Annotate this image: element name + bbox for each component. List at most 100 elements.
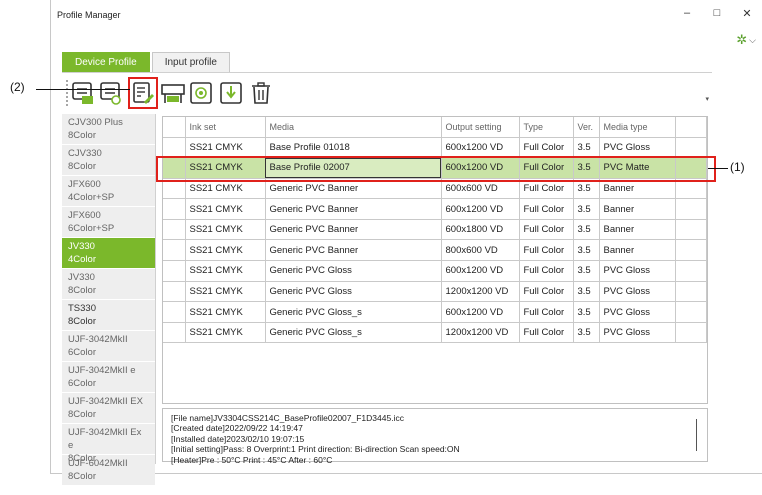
settings-menu[interactable]: ✲ ⌵ [736, 32, 756, 48]
table-cell[interactable]: 3.5 [573, 157, 600, 179]
sidebar-item[interactable]: CJV330 8Color [62, 145, 155, 176]
table-row[interactable]: SS21 CMYK Base Profile 01018 600x1200 VD Fu… [163, 137, 707, 159]
column-header[interactable]: Ver. [573, 117, 600, 138]
row-header[interactable] [163, 281, 186, 303]
table-row[interactable]: SS21 CMYK Base Profile 02007 600x1200 VD Fu… [163, 157, 707, 179]
color-target-button[interactable] [188, 79, 214, 107]
row-header[interactable] [163, 137, 186, 159]
import-button[interactable] [218, 79, 244, 107]
column-header[interactable]: Media [265, 117, 442, 138]
table-cell[interactable]: 3.5 [573, 239, 600, 262]
table-cell[interactable]: Full Color [519, 322, 574, 344]
table-cell[interactable]: SS21 CMYK [185, 239, 266, 262]
table-row[interactable]: SS21 CMYK Generic PVC Banner 800x600 VD Ful… [163, 239, 707, 262]
table-cell[interactable]: 3.5 [573, 178, 600, 200]
table-row[interactable]: SS21 CMYK Generic PVC Banner 600x600 VD Ful… [163, 178, 707, 200]
table-cell[interactable]: 3.5 [573, 322, 600, 344]
table-cell[interactable]: PVC Gloss [599, 281, 676, 303]
table-cell[interactable]: 600x1800 VD [441, 219, 520, 241]
table-cell[interactable]: 600x1200 VD [441, 157, 520, 179]
table-cell[interactable]: PVC Gloss [599, 137, 676, 159]
info-scrollbar[interactable] [696, 419, 697, 451]
table-cell[interactable]: Full Color [519, 219, 574, 241]
row-header[interactable] [163, 301, 186, 323]
table-cell[interactable]: Generic PVC Gloss_s [265, 322, 442, 344]
table-cell[interactable]: Banner [599, 219, 676, 241]
sidebar-item[interactable]: UJF-3042MkII EX 8Color [62, 393, 155, 424]
printer-button[interactable] [160, 79, 186, 107]
row-header[interactable] [163, 260, 186, 282]
table-cell[interactable]: 1200x1200 VD [441, 281, 520, 303]
table-cell[interactable]: SS21 CMYK [185, 137, 266, 159]
row-header[interactable] [163, 219, 186, 241]
row-header[interactable] [163, 239, 186, 262]
table-cell[interactable]: SS21 CMYK [185, 219, 266, 241]
table-cell[interactable]: Full Color [519, 137, 574, 159]
table-cell[interactable]: Generic PVC Gloss [265, 260, 442, 282]
close-button[interactable]: ✕ [732, 4, 762, 22]
table-cell[interactable]: SS21 CMYK [185, 301, 266, 323]
table-cell[interactable]: 3.5 [573, 260, 600, 282]
maximize-button[interactable]: □ [702, 4, 732, 22]
table-cell[interactable]: Banner [599, 239, 676, 262]
table-cell[interactable]: Full Color [519, 198, 574, 220]
column-header[interactable]: Media type [599, 117, 676, 138]
table-cell[interactable]: PVC Gloss [599, 301, 676, 323]
profile-refresh-button[interactable] [98, 79, 124, 107]
table-row[interactable]: SS21 CMYK Generic PVC Gloss_s 1200x1200 VD… [163, 322, 707, 344]
table-cell[interactable]: 600x1200 VD [441, 137, 520, 159]
table-cell[interactable]: Generic PVC Gloss [265, 281, 442, 303]
table-cell[interactable]: SS21 CMYK [185, 178, 266, 200]
table-cell[interactable]: 800x600 VD [441, 239, 520, 262]
table-cell[interactable]: 600x1200 VD [441, 301, 520, 323]
table-cell[interactable]: SS21 CMYK [185, 260, 266, 282]
sidebar-item[interactable]: UJF-3042MkII e 6Color [62, 362, 155, 393]
table-row[interactable]: SS21 CMYK Generic PVC Banner 600x1200 VD Fu… [163, 198, 707, 220]
table-cell[interactable]: 600x600 VD [441, 178, 520, 200]
table-cell[interactable]: Base Profile 02007 [265, 157, 442, 179]
table-cell[interactable]: Full Color [519, 157, 574, 179]
table-cell[interactable]: Base Profile 01018 [265, 137, 442, 159]
row-header[interactable] [163, 198, 186, 220]
table-cell[interactable]: Banner [599, 198, 676, 220]
table-row[interactable]: SS21 CMYK Generic PVC Gloss 600x1200 VD Ful… [163, 260, 707, 282]
edit-profile-button[interactable] [128, 77, 158, 109]
table-cell[interactable]: 3.5 [573, 281, 600, 303]
table-cell[interactable]: SS21 CMYK [185, 281, 266, 303]
table-cell[interactable]: Full Color [519, 301, 574, 323]
table-cell[interactable]: 600x1200 VD [441, 260, 520, 282]
table-cell[interactable]: PVC Gloss [599, 322, 676, 344]
row-header[interactable] [163, 322, 186, 344]
tab-device-profile[interactable]: Device Profile [62, 52, 150, 72]
table-cell[interactable]: Full Color [519, 281, 574, 303]
tab-input-profile[interactable]: Input profile [151, 52, 230, 72]
table-cell[interactable]: SS21 CMYK [185, 322, 266, 344]
table-cell[interactable]: 1200x1200 VD [441, 322, 520, 344]
table-cell[interactable]: PVC Matte [599, 157, 676, 179]
sidebar-item[interactable]: UJF-6042MkII 8Color [62, 455, 155, 486]
sidebar-item[interactable]: JFX600 4Color+SP [62, 176, 155, 207]
table-cell[interactable]: Full Color [519, 239, 574, 262]
table-row[interactable]: SS21 CMYK Generic PVC Gloss 1200x1200 VD Fu… [163, 281, 707, 303]
sidebar-item[interactable]: CJV300 Plus 8Color [62, 114, 155, 145]
table-cell[interactable]: 3.5 [573, 198, 600, 220]
sidebar-item[interactable]: UJF-3042MkII Ex e 8Color [62, 424, 155, 464]
table-cell[interactable]: Generic PVC Gloss_s [265, 301, 442, 323]
profile-list-button[interactable] [70, 79, 96, 107]
column-header[interactable]: Ink set [185, 117, 266, 138]
table-cell[interactable]: PVC Gloss [599, 260, 676, 282]
table-cell[interactable]: Generic PVC Banner [265, 239, 442, 262]
minimize-button[interactable]: – [672, 4, 702, 22]
sidebar-item[interactable]: JFX600 6Color+SP [62, 207, 155, 238]
table-cell[interactable]: 3.5 [573, 137, 600, 159]
toolbar-grip[interactable] [65, 79, 69, 107]
toolbar-overflow-icon[interactable]: ▾ [705, 95, 709, 103]
table-cell[interactable]: 3.5 [573, 301, 600, 323]
table-cell[interactable]: Generic PVC Banner [265, 219, 442, 241]
table-cell[interactable]: Generic PVC Banner [265, 198, 442, 220]
table-cell[interactable]: SS21 CMYK [185, 157, 266, 179]
table-cell[interactable]: SS21 CMYK [185, 198, 266, 220]
table-row[interactable]: SS21 CMYK Generic PVC Banner 600x1800 VD Fu… [163, 219, 707, 241]
table-cell[interactable]: Banner [599, 178, 676, 200]
sidebar-item-selected[interactable]: JV330 4Color [62, 238, 155, 269]
